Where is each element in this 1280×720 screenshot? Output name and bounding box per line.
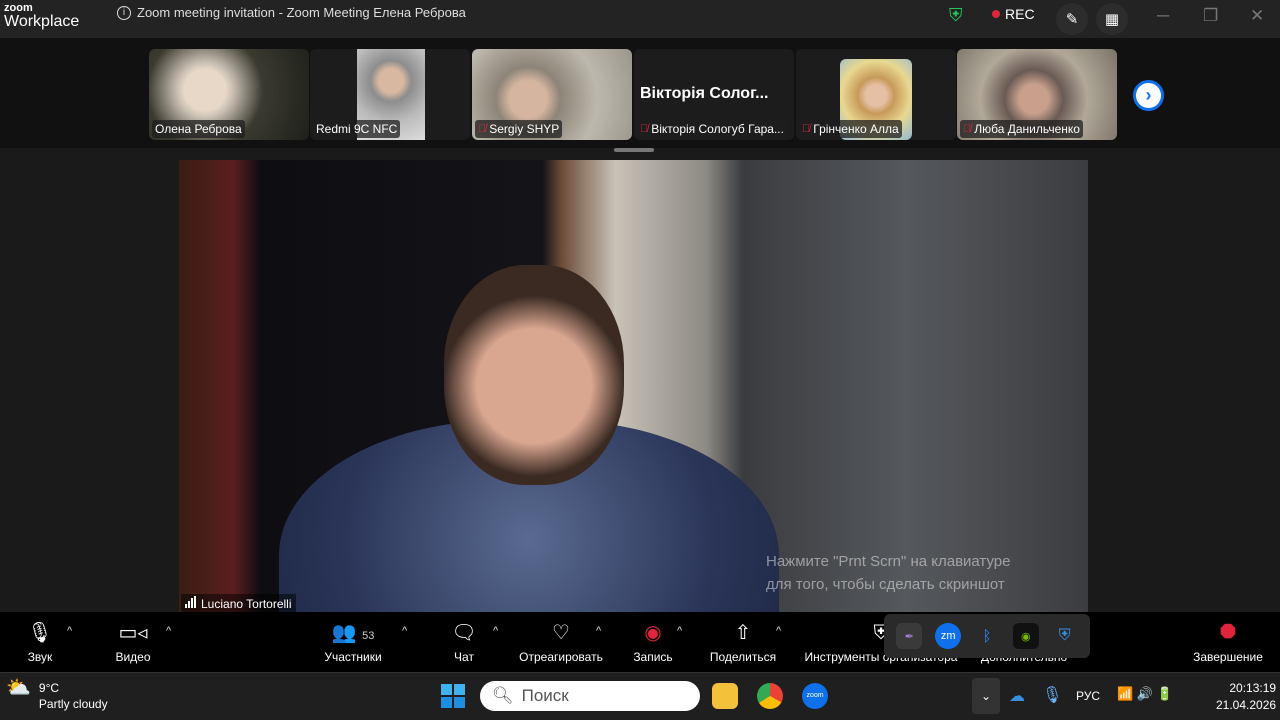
next-page-button[interactable]: › [1133,80,1164,111]
resize-handle[interactable] [614,148,654,152]
chat-options-caret[interactable]: ^ [493,625,498,637]
share-options-caret[interactable]: ^ [776,625,781,637]
show-hidden-icons-button[interactable]: ⌄ [972,678,1000,714]
participant-tile[interactable]: 🎙̸ Грінченко Алла [796,49,956,140]
participant-tile[interactable]: Вікторія Солог... 🎙̸ Вікторія Сологуб Гара… [634,49,794,140]
participant-tile[interactable]: Олена Реброва [149,49,309,140]
end-button[interactable]: ⯃ Завершение [1190,620,1266,664]
wifi-volume-battery-icons[interactable]: 📶 🔊 🔋 [1117,686,1173,702]
participant-tile[interactable]: 🎙̸ Sergiy SHYP [472,49,632,140]
video-button[interactable]: ▭◃ Видео [110,620,156,664]
react-options-caret[interactable]: ^ [596,625,601,637]
security-warning-icon[interactable]: ⛨ [1052,623,1078,649]
participants-icon: 👥 [331,622,357,644]
active-speaker-video [179,160,1088,612]
mic-muted-icon: 🎙̸ [640,123,649,135]
participants-button[interactable]: 👥 53 Участники [320,620,386,664]
record-options-caret[interactable]: ^ [677,625,682,637]
mic-muted-icon: 🎙̸ [802,123,811,135]
participant-tile[interactable]: Redmi 9C NFC [310,49,470,140]
restore-button[interactable]: ❐ [1203,6,1218,26]
zoom-tray-icon[interactable]: zm [935,623,962,649]
rec-dot-icon [992,10,1000,18]
speaker-name-label: Luciano Tortorelli [181,594,296,613]
end-icon: ⯃ [1220,622,1236,644]
record-icon: ◉ [644,622,662,644]
meeting-title[interactable]: i Zoom meeting invitation - Zoom Meeting … [117,5,466,20]
bluetooth-icon[interactable]: ᛒ [974,623,1000,649]
zoom-app-icon[interactable]: zoom [802,683,828,709]
feather-app-icon[interactable]: ✒ [896,623,923,649]
pencil-icon[interactable]: ✎ [1056,3,1088,35]
signal-icon [185,596,197,611]
language-indicator[interactable]: РУС [1076,689,1100,703]
mic-muted-icon: 🎙̸ [963,123,972,135]
participants-options-caret[interactable]: ^ [402,625,407,637]
partly-cloudy-icon: ⛅ [6,677,31,699]
share-button[interactable]: ⇧ Поделиться [706,620,780,664]
tray-overflow-popup: ✒ zm ᛒ ◉ ⛨ [884,614,1090,658]
file-explorer-icon[interactable] [712,683,738,709]
zoom-logo: zoom Workplace [4,2,80,30]
camera-icon: ▭◃ [118,622,148,644]
react-button[interactable]: ♡ Отреагировать [516,620,606,664]
audio-button[interactable]: 🎙 Звук [22,620,58,664]
title-bar: zoom Workplace i Zoom meeting invitation -… [0,0,1280,38]
clock[interactable]: 20:13:19 21.04.2026 [1216,680,1276,714]
microphone-icon: 🎙 [27,622,53,644]
rec-indicator[interactable]: REC [992,6,1035,22]
video-options-caret[interactable]: ^ [166,625,171,637]
search-icon: 🔍︎ [492,686,514,705]
screenshot-hint: Нажмите "Prnt Scrn" на клавиатуре для тог… [766,553,1011,593]
participant-tile[interactable]: 🎙̸ Люба Данильченко [957,49,1117,140]
start-button[interactable] [441,684,465,708]
microphone-tray-icon[interactable]: 🎙 [1042,685,1062,705]
close-button[interactable]: ✕ [1250,6,1264,26]
chat-button[interactable]: 🗨 Чат [449,620,479,664]
minimize-button[interactable]: ─ [1157,6,1169,26]
search-box[interactable]: 🔍︎ Поиск [480,681,700,711]
chrome-icon[interactable] [757,683,783,709]
mic-muted-icon: 🎙̸ [478,123,487,135]
onedrive-icon[interactable]: ☁ [1009,686,1025,706]
audio-options-caret[interactable]: ^ [67,625,72,637]
apps-icon[interactable]: ▦ [1096,3,1128,35]
info-icon: i [117,5,131,20]
share-icon: ⇧ [734,622,752,644]
chat-icon: 🗨 [451,622,477,644]
heart-icon: ♡ [552,622,570,644]
record-button[interactable]: ◉ Запись [630,620,676,664]
nvidia-icon[interactable]: ◉ [1012,623,1039,649]
weather-widget[interactable]: ⛅ 9°C Partly cloudy [6,677,108,712]
shield-icon[interactable]: ⛨ [949,5,963,26]
